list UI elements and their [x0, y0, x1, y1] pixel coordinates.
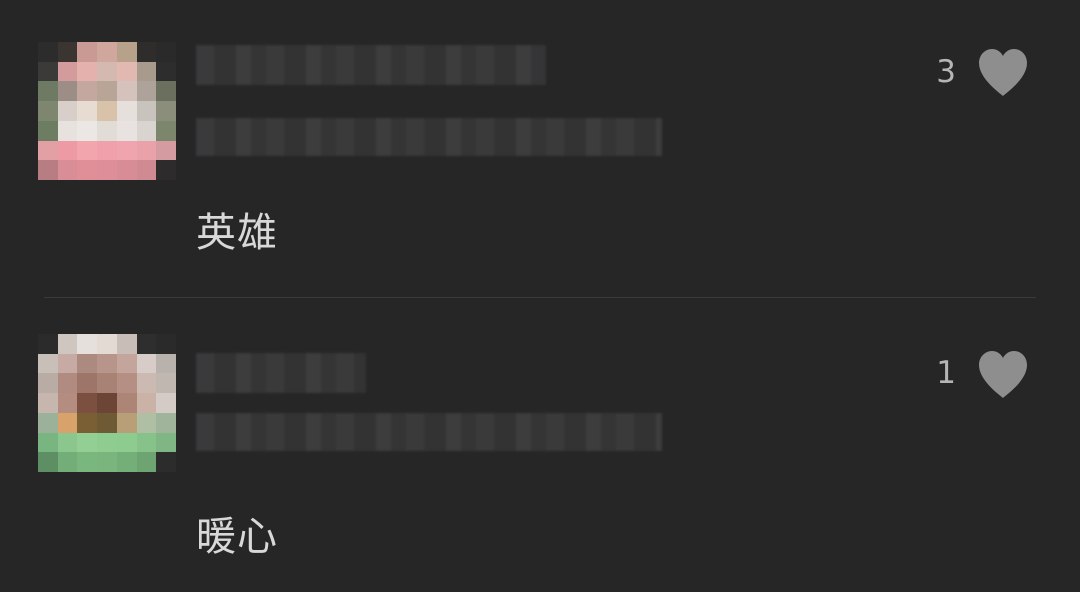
username-blurred[interactable] [196, 45, 546, 85]
comment-meta-blurred [196, 413, 662, 451]
heart-icon[interactable] [975, 46, 1031, 98]
comment-text: 英雄 [196, 210, 278, 256]
comment-item: 暖心 1 [0, 298, 1080, 592]
avatar[interactable] [38, 334, 176, 472]
comment-item: 英雄 3 [0, 0, 1080, 297]
comment-list: 英雄 3 暖心 1 [0, 0, 1080, 592]
like-count: 3 [936, 54, 956, 90]
comment-meta-blurred [196, 118, 662, 156]
comment-text: 暖心 [196, 514, 278, 560]
avatar[interactable] [38, 42, 176, 180]
like-count: 1 [936, 355, 956, 391]
username-blurred[interactable] [196, 353, 366, 393]
heart-icon[interactable] [975, 348, 1031, 400]
